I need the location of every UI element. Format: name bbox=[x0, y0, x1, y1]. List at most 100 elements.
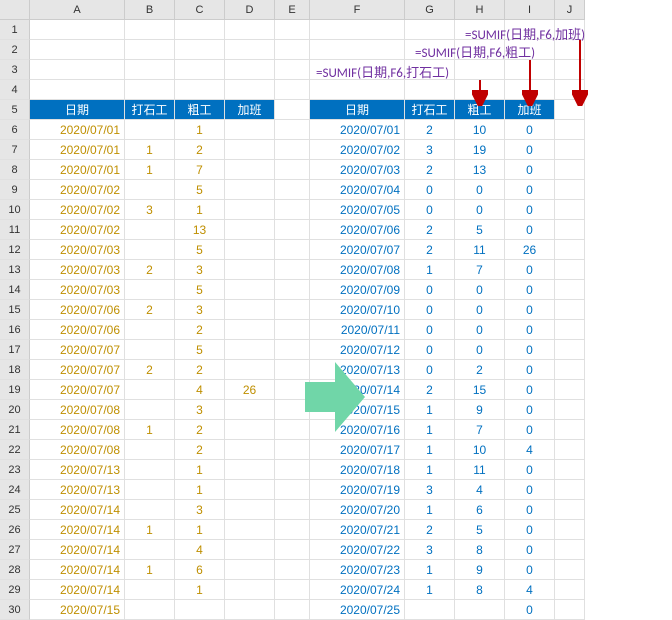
cell[interactable] bbox=[225, 20, 275, 40]
cell[interactable]: 4 bbox=[175, 380, 225, 400]
cell[interactable]: 2 bbox=[175, 420, 225, 440]
cell[interactable]: 0 bbox=[505, 380, 555, 400]
cell[interactable] bbox=[225, 60, 275, 80]
cell[interactable] bbox=[225, 400, 275, 420]
cell[interactable]: 2 bbox=[125, 360, 175, 380]
cell[interactable] bbox=[555, 560, 585, 580]
cell[interactable] bbox=[225, 300, 275, 320]
cell[interactable]: 26 bbox=[505, 240, 555, 260]
spreadsheet[interactable]: A B C D E F G H I J 12345日期打石工粗工加班日期打石工粗… bbox=[0, 0, 672, 620]
cell[interactable]: 5 bbox=[175, 280, 225, 300]
cell[interactable] bbox=[125, 80, 175, 100]
cell[interactable] bbox=[225, 460, 275, 480]
cell[interactable] bbox=[30, 60, 125, 80]
col-header-G[interactable]: G bbox=[405, 0, 455, 20]
col-header-F[interactable]: F bbox=[310, 0, 405, 20]
cell[interactable] bbox=[555, 580, 585, 600]
cell[interactable]: 2 bbox=[455, 360, 505, 380]
cell[interactable]: 7 bbox=[455, 260, 505, 280]
cell[interactable] bbox=[555, 520, 585, 540]
cell[interactable]: 2020/07/10 bbox=[310, 300, 405, 320]
cell[interactable]: 8 bbox=[455, 580, 505, 600]
row-header[interactable]: 14 bbox=[0, 280, 30, 300]
cell[interactable] bbox=[275, 160, 310, 180]
cell[interactable] bbox=[175, 40, 225, 60]
col-header-I[interactable]: I bbox=[505, 0, 555, 20]
cell[interactable]: 19 bbox=[455, 140, 505, 160]
cell[interactable] bbox=[125, 60, 175, 80]
col-header-J[interactable]: J bbox=[555, 0, 585, 20]
cell[interactable]: 3 bbox=[175, 300, 225, 320]
cell[interactable]: 0 bbox=[405, 200, 455, 220]
cell[interactable]: 0 bbox=[505, 600, 555, 620]
cell[interactable] bbox=[125, 180, 175, 200]
cell[interactable] bbox=[275, 220, 310, 240]
cell[interactable] bbox=[555, 120, 585, 140]
cell[interactable] bbox=[405, 20, 455, 40]
row-header[interactable]: 17 bbox=[0, 340, 30, 360]
row-header[interactable]: 11 bbox=[0, 220, 30, 240]
cell[interactable]: 0 bbox=[455, 200, 505, 220]
cell[interactable]: 0 bbox=[455, 300, 505, 320]
cell[interactable]: 2 bbox=[405, 520, 455, 540]
cell[interactable] bbox=[555, 200, 585, 220]
cell[interactable] bbox=[555, 420, 585, 440]
cell[interactable] bbox=[125, 40, 175, 60]
cell[interactable]: 2020/07/09 bbox=[310, 280, 405, 300]
cell[interactable]: 0 bbox=[405, 340, 455, 360]
cell[interactable]: 2 bbox=[405, 380, 455, 400]
cell[interactable]: 2020/07/18 bbox=[310, 460, 405, 480]
cell[interactable]: 2020/07/11 bbox=[310, 320, 405, 340]
row-header[interactable]: 26 bbox=[0, 520, 30, 540]
cell[interactable]: 0 bbox=[505, 460, 555, 480]
col-header-E[interactable]: E bbox=[275, 0, 310, 20]
cell[interactable] bbox=[275, 500, 310, 520]
cell[interactable] bbox=[225, 220, 275, 240]
cell[interactable]: 2020/07/01 bbox=[310, 120, 405, 140]
cell[interactable]: 1 bbox=[125, 140, 175, 160]
cell[interactable] bbox=[175, 600, 225, 620]
cell[interactable]: 1 bbox=[405, 420, 455, 440]
cell[interactable] bbox=[555, 440, 585, 460]
cell[interactable] bbox=[125, 380, 175, 400]
cell[interactable]: 2020/07/21 bbox=[310, 520, 405, 540]
cell[interactable]: 2020/07/07 bbox=[30, 360, 125, 380]
cell[interactable]: 2020/07/14 bbox=[30, 580, 125, 600]
cell[interactable] bbox=[225, 80, 275, 100]
cell[interactable]: 日期 bbox=[310, 100, 405, 120]
cell[interactable]: 0 bbox=[505, 320, 555, 340]
cell[interactable]: 2 bbox=[175, 440, 225, 460]
cell[interactable]: 2 bbox=[405, 120, 455, 140]
cell[interactable] bbox=[125, 460, 175, 480]
cell[interactable]: 2020/07/07 bbox=[310, 240, 405, 260]
cell[interactable] bbox=[175, 80, 225, 100]
cell[interactable] bbox=[275, 440, 310, 460]
row-header[interactable]: 27 bbox=[0, 540, 30, 560]
cell[interactable] bbox=[555, 60, 585, 80]
cell[interactable] bbox=[125, 240, 175, 260]
cell[interactable]: 9 bbox=[455, 400, 505, 420]
cell[interactable]: 9 bbox=[455, 560, 505, 580]
cell[interactable]: 0 bbox=[505, 160, 555, 180]
cell[interactable] bbox=[555, 320, 585, 340]
cell[interactable]: 0 bbox=[505, 300, 555, 320]
cell[interactable]: 2020/07/02 bbox=[30, 180, 125, 200]
cell[interactable]: 2020/07/13 bbox=[30, 460, 125, 480]
cell[interactable]: 0 bbox=[505, 200, 555, 220]
cell[interactable]: 2 bbox=[405, 160, 455, 180]
cell[interactable]: 2020/07/20 bbox=[310, 500, 405, 520]
cell[interactable] bbox=[275, 320, 310, 340]
cell[interactable] bbox=[225, 440, 275, 460]
cell[interactable] bbox=[275, 200, 310, 220]
cell[interactable] bbox=[555, 480, 585, 500]
cell[interactable]: 2020/07/08 bbox=[30, 420, 125, 440]
cell[interactable]: 13 bbox=[175, 220, 225, 240]
cell[interactable]: 11 bbox=[455, 460, 505, 480]
cell[interactable]: 0 bbox=[505, 400, 555, 420]
cell[interactable]: 8 bbox=[455, 540, 505, 560]
cell[interactable] bbox=[555, 380, 585, 400]
col-header-D[interactable]: D bbox=[225, 0, 275, 20]
row-header[interactable]: 24 bbox=[0, 480, 30, 500]
cell[interactable]: 0 bbox=[505, 120, 555, 140]
cell[interactable]: 0 bbox=[505, 180, 555, 200]
